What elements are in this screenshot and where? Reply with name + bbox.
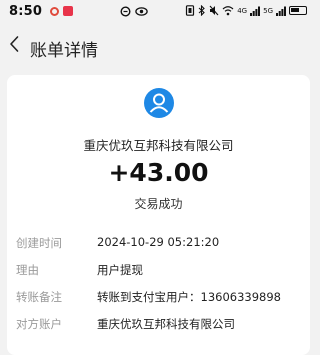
user-icon — [149, 93, 169, 113]
signal-icon-1 — [250, 6, 261, 16]
mute-icon — [209, 5, 219, 16]
detail-row-transfer-note[interactable]: 转账备注 转账到支付宝用户：13606339898 — [7, 289, 310, 309]
signal-icon-2 — [276, 6, 286, 16]
detail-row-counterparty[interactable]: 对方账户 重庆优玖互邦科技有限公司 — [7, 316, 310, 336]
vibrate-icon — [186, 5, 195, 16]
transaction-amount: +43.00 — [108, 158, 209, 187]
detail-label: 转账备注 — [16, 290, 62, 304]
chevron-left-icon — [10, 36, 19, 52]
network-5g-label: 5G — [263, 6, 273, 15]
nfc-icon — [120, 6, 131, 17]
detail-row-created-time: 创建时间 2024-10-29 05:21:20 — [7, 235, 310, 255]
transaction-status: 交易成功 — [134, 197, 183, 211]
bluetooth-icon — [198, 5, 206, 16]
detail-label: 对方账户 — [16, 317, 62, 331]
message-notification-icon — [63, 6, 73, 16]
wifi-icon — [222, 6, 234, 16]
detail-label: 创建时间 — [16, 236, 62, 250]
status-time: 8:50 — [9, 4, 43, 19]
detail-value[interactable]: 重庆优玖互邦科技有限公司 — [97, 316, 235, 332]
back-button[interactable] — [8, 34, 24, 56]
nav-bar: 账单详情 — [0, 30, 317, 64]
eye-icon — [135, 7, 148, 16]
network-4g-label: 4G — [237, 6, 248, 15]
bill-card: 重庆优玖互邦科技有限公司 +43.00 交易成功 创建时间 2024-10-29… — [7, 75, 310, 355]
merchant-avatar — [144, 88, 174, 118]
detail-label: 理由 — [16, 263, 39, 277]
detail-value: 2024-10-29 05:21:20 — [97, 235, 220, 249]
detail-value: 用户提现 — [97, 263, 143, 277]
battery-icon — [289, 6, 307, 15]
status-right-icons: 4G 5G — [185, 5, 307, 16]
status-mid-icons — [120, 6, 148, 17]
detail-value[interactable]: 转账到支付宝用户：13606339898 — [97, 289, 281, 305]
status-bar: 8:50 4G 5G — [0, 0, 317, 24]
detail-row-reason: 理由 用户提现 — [7, 262, 310, 282]
notification-icons — [50, 6, 73, 16]
page-title: 账单详情 — [30, 41, 98, 61]
app-notification-icon — [50, 6, 59, 16]
merchant-name: 重庆优玖互邦科技有限公司 — [83, 138, 234, 153]
